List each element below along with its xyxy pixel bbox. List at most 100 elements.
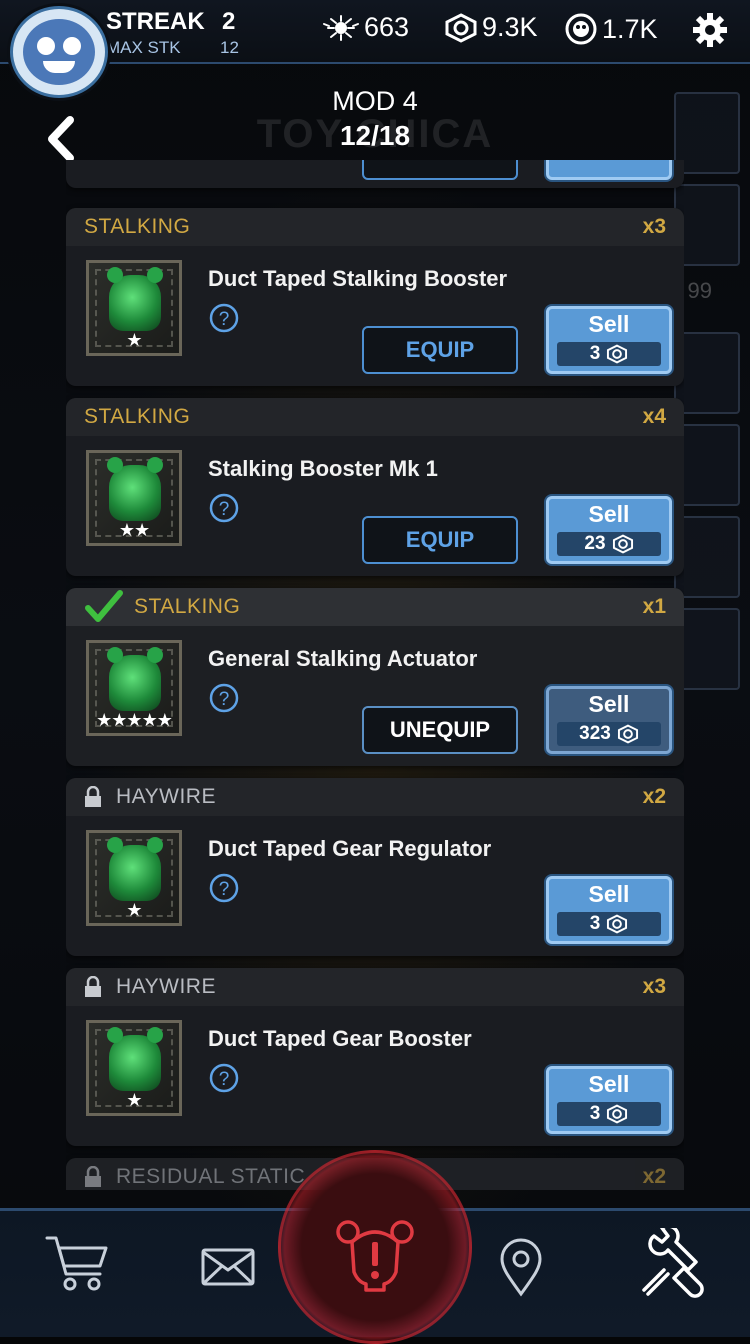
faz-token-value: 1.7K — [602, 13, 658, 44]
alarm-icon[interactable] — [332, 1218, 418, 1294]
equip-button[interactable]: EQUIP — [362, 516, 518, 564]
lock-icon — [85, 1166, 101, 1187]
remnant-counter: 663 — [322, 12, 409, 43]
parts-icon — [617, 724, 638, 744]
unequip-button[interactable]: UNEQUIP — [362, 706, 518, 754]
mod-category: HAYWIRE — [116, 975, 216, 998]
mod-card-locked: HAYWIRE x2 ★ Duct Taped Gear Regulator ?… — [66, 778, 684, 956]
sell-button[interactable] — [546, 160, 672, 180]
mod-category: STALKING — [84, 215, 191, 238]
help-icon[interactable]: ? — [208, 492, 240, 524]
svg-text:?: ? — [219, 689, 230, 710]
side-number: 99 — [687, 278, 712, 303]
mod-thumbnail: ★ — [86, 1020, 182, 1116]
workshop-icon[interactable] — [634, 1228, 706, 1302]
remnant-icon — [323, 14, 359, 41]
back-arrow-icon[interactable] — [44, 116, 78, 162]
faz-token-icon — [565, 13, 597, 45]
mod-quantity: x3 — [642, 215, 666, 238]
sell-label: Sell — [588, 1071, 630, 1097]
mod-thumbnail: ★ — [86, 830, 182, 926]
mod-card-locked: HAYWIRE x3 ★ Duct Taped Gear Booster ? S… — [66, 968, 684, 1146]
parts-icon — [607, 1104, 628, 1124]
shop-icon[interactable] — [44, 1232, 110, 1294]
parts-icon — [612, 534, 633, 554]
mod-quantity: x4 — [642, 405, 666, 428]
mod-thumbnail: ★ — [86, 260, 182, 356]
streak-label: STREAK — [106, 8, 205, 35]
sell-price: 3 — [557, 1102, 661, 1126]
mod-name: General Stalking Actuator — [208, 646, 478, 671]
avatar-face — [23, 19, 95, 85]
mod-stars: ★ — [126, 1090, 142, 1110]
mod-card: STALKING x3 ★ Duct Taped Stalking Booste… — [66, 208, 684, 386]
mod-list[interactable]: STALKING x3 ★ Duct Taped Stalking Booste… — [66, 160, 684, 1190]
streak-value: 2 — [222, 8, 236, 35]
inbox-icon[interactable] — [200, 1244, 256, 1288]
sell-button[interactable]: Sell 3 — [546, 1066, 672, 1134]
sell-button[interactable]: Sell 23 — [546, 496, 672, 564]
help-icon[interactable]: ? — [208, 302, 240, 334]
mod-category: STALKING — [134, 595, 241, 618]
mod-stars: ★★★★★ — [96, 710, 173, 730]
mod-quantity: x1 — [642, 595, 666, 618]
parts-icon — [607, 344, 628, 364]
mod-stars: ★ — [126, 900, 142, 920]
card-header: STALKING x4 — [66, 398, 684, 436]
help-icon[interactable]: ? — [208, 872, 240, 904]
mod-title: MOD 4 — [332, 86, 418, 116]
lock-icon — [85, 976, 101, 997]
max-streak-label: MAX STK — [106, 38, 181, 57]
avatar[interactable] — [10, 6, 108, 98]
sell-price-value: 3 — [589, 1103, 601, 1124]
sell-button[interactable]: Sell 323 — [546, 686, 672, 754]
mod-name: Stalking Booster Mk 1 — [208, 456, 438, 481]
mod-thumbnail: ★★ — [86, 450, 182, 546]
svg-text:?: ? — [219, 499, 230, 520]
svg-text:?: ? — [219, 1069, 230, 1090]
mod-count: 12/18 — [339, 120, 411, 151]
mod-stars: ★ — [126, 330, 142, 350]
sell-label: Sell — [588, 691, 630, 717]
sell-label: Sell — [588, 311, 630, 337]
equip-button[interactable] — [362, 160, 518, 180]
sell-button[interactable]: Sell 3 — [546, 306, 672, 374]
sell-label: Sell — [588, 881, 630, 907]
faz-token-counter: 1.7K — [564, 12, 658, 46]
sell-price-value: 323 — [579, 723, 611, 744]
mod-thumbnail: ★★★★★ — [86, 640, 182, 736]
lock-icon — [85, 786, 101, 807]
mod-quantity: x3 — [642, 975, 666, 998]
sell-price: 323 — [557, 722, 661, 746]
remnant-value: 663 — [364, 12, 410, 42]
card-header: STALKING x1 — [66, 588, 684, 626]
equip-button[interactable]: EQUIP — [362, 326, 518, 374]
mod-name: Duct Taped Gear Regulator — [208, 836, 492, 861]
sell-price: 3 — [557, 342, 661, 366]
mod-category: STALKING — [84, 405, 191, 428]
svg-text:?: ? — [219, 309, 230, 330]
help-icon[interactable]: ? — [208, 682, 240, 714]
top-bar: STREAK 2 MAX STK 12 663 9.3K 1.7K — [0, 0, 750, 64]
mod-card-equipped: STALKING x1 ★★★★★ General Stalking Actua… — [66, 588, 684, 766]
card-header: HAYWIRE x3 — [66, 968, 684, 1006]
mod-category: HAYWIRE — [116, 785, 216, 808]
parts-counter: 9.3K — [444, 12, 538, 43]
help-icon[interactable]: ? — [208, 1062, 240, 1094]
mod-quantity: x2 — [642, 1165, 666, 1188]
sell-price-value: 3 — [589, 913, 601, 934]
mod-card-partial — [66, 160, 684, 188]
sell-price: 3 — [557, 912, 661, 936]
svg-text:?: ? — [219, 879, 230, 900]
max-streak-value: 12 — [220, 38, 239, 57]
mod-name: Duct Taped Gear Booster — [208, 1026, 472, 1051]
sell-price: 23 — [557, 532, 661, 556]
card-header: HAYWIRE x2 — [66, 778, 684, 816]
mod-category: RESIDUAL STATIC — [116, 1165, 306, 1188]
map-pin-icon[interactable] — [498, 1238, 544, 1298]
gear-icon[interactable] — [692, 12, 728, 48]
mod-stars: ★★ — [118, 520, 150, 540]
sell-button[interactable]: Sell 3 — [546, 876, 672, 944]
mod-name: Duct Taped Stalking Booster — [208, 266, 508, 291]
sell-price-value: 3 — [589, 343, 601, 364]
